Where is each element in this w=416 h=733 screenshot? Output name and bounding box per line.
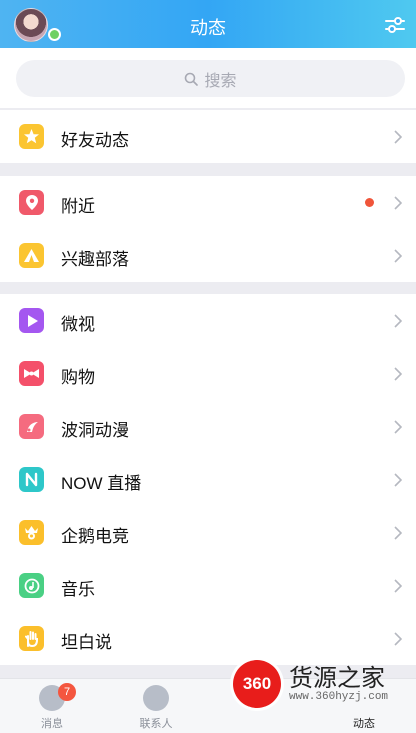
chevron-right-icon [394, 420, 402, 434]
menu-item-friend-feed[interactable]: 好友动态 [0, 110, 416, 163]
chevron-right-icon [394, 196, 402, 210]
menu-item-now-live[interactable]: NOW 直播 [0, 453, 416, 506]
tab-contacts[interactable]: 联系人 [104, 679, 208, 733]
comic-swirl-icon [19, 414, 44, 439]
menu-item-music[interactable]: 音乐 [0, 559, 416, 612]
star-icon [19, 124, 44, 149]
play-icon [19, 308, 44, 333]
tent-icon [19, 243, 44, 268]
chevron-right-icon [394, 314, 402, 328]
menu-item-label: 微视 [61, 315, 95, 334]
menu-item-weishi[interactable]: 微视 [0, 294, 416, 347]
menu-item-interest-tribe[interactable]: 兴趣部落 [0, 229, 416, 282]
tab-label: 动态 [353, 718, 375, 730]
menu-item-label: 好友动态 [61, 131, 129, 150]
menu-item-label: 坦白说 [61, 633, 112, 652]
notification-dot [365, 198, 374, 207]
chevron-right-icon [394, 632, 402, 646]
menu-item-nearby[interactable]: 附近 [0, 176, 416, 229]
page-title: 动态 [190, 18, 226, 38]
shopping-bow-icon [19, 361, 44, 386]
penguin-crown-icon [19, 520, 44, 545]
chevron-right-icon [394, 130, 402, 144]
menu-item-label: 波洞动漫 [61, 421, 129, 440]
menu-item-esports[interactable]: 企鹅电竞 [0, 506, 416, 559]
search-area: 搜索 [0, 48, 416, 108]
chevron-right-icon [394, 249, 402, 263]
search-placeholder: 搜索 [204, 72, 237, 90]
menu-item-label: 购物 [61, 368, 95, 387]
tab-label: 联系人 [139, 718, 173, 730]
menu-group-friends: 好友动态 [0, 110, 416, 163]
location-pin-icon [19, 190, 44, 215]
tab-label: 消息 [41, 718, 63, 730]
tab-messages[interactable]: 7 消息 [0, 679, 104, 733]
chevron-right-icon [394, 473, 402, 487]
menu-item-label: 音乐 [61, 580, 95, 599]
filter-settings-icon[interactable] [384, 14, 406, 36]
menu-item-label: 兴趣部落 [61, 250, 129, 269]
search-icon [185, 72, 199, 86]
menu-group-apps: 微视 购物 波洞动漫 NOW 直播 企鹅电竞 音乐 坦白说 [0, 294, 416, 665]
menu-group-nearby: 附近 兴趣部落 [0, 176, 416, 282]
unread-badge: 7 [58, 683, 76, 701]
now-live-icon [19, 467, 44, 492]
contact-person-icon [143, 685, 169, 711]
search-input[interactable]: 搜索 [16, 60, 405, 97]
watermark-logo: 360 [233, 660, 281, 708]
music-note-icon [19, 573, 44, 598]
chevron-right-icon [394, 526, 402, 540]
chevron-right-icon [394, 579, 402, 593]
menu-item-shopping[interactable]: 购物 [0, 347, 416, 400]
site-watermark: 360 货源之家 www.360hyzj.com [233, 659, 411, 709]
chevron-right-icon [394, 367, 402, 381]
watermark-url: www.360hyzj.com [289, 691, 389, 703]
menu-item-label: 企鹅电竞 [61, 527, 129, 546]
hand-icon [19, 626, 44, 651]
menu-item-label: 附近 [61, 197, 95, 216]
top-bar: 动态 [0, 0, 416, 48]
menu-item-label: NOW 直播 [61, 474, 142, 493]
menu-item-confess[interactable]: 坦白说 [0, 612, 416, 665]
menu-item-bodong-comics[interactable]: 波洞动漫 [0, 400, 416, 453]
watermark-name: 货源之家 [289, 664, 385, 692]
